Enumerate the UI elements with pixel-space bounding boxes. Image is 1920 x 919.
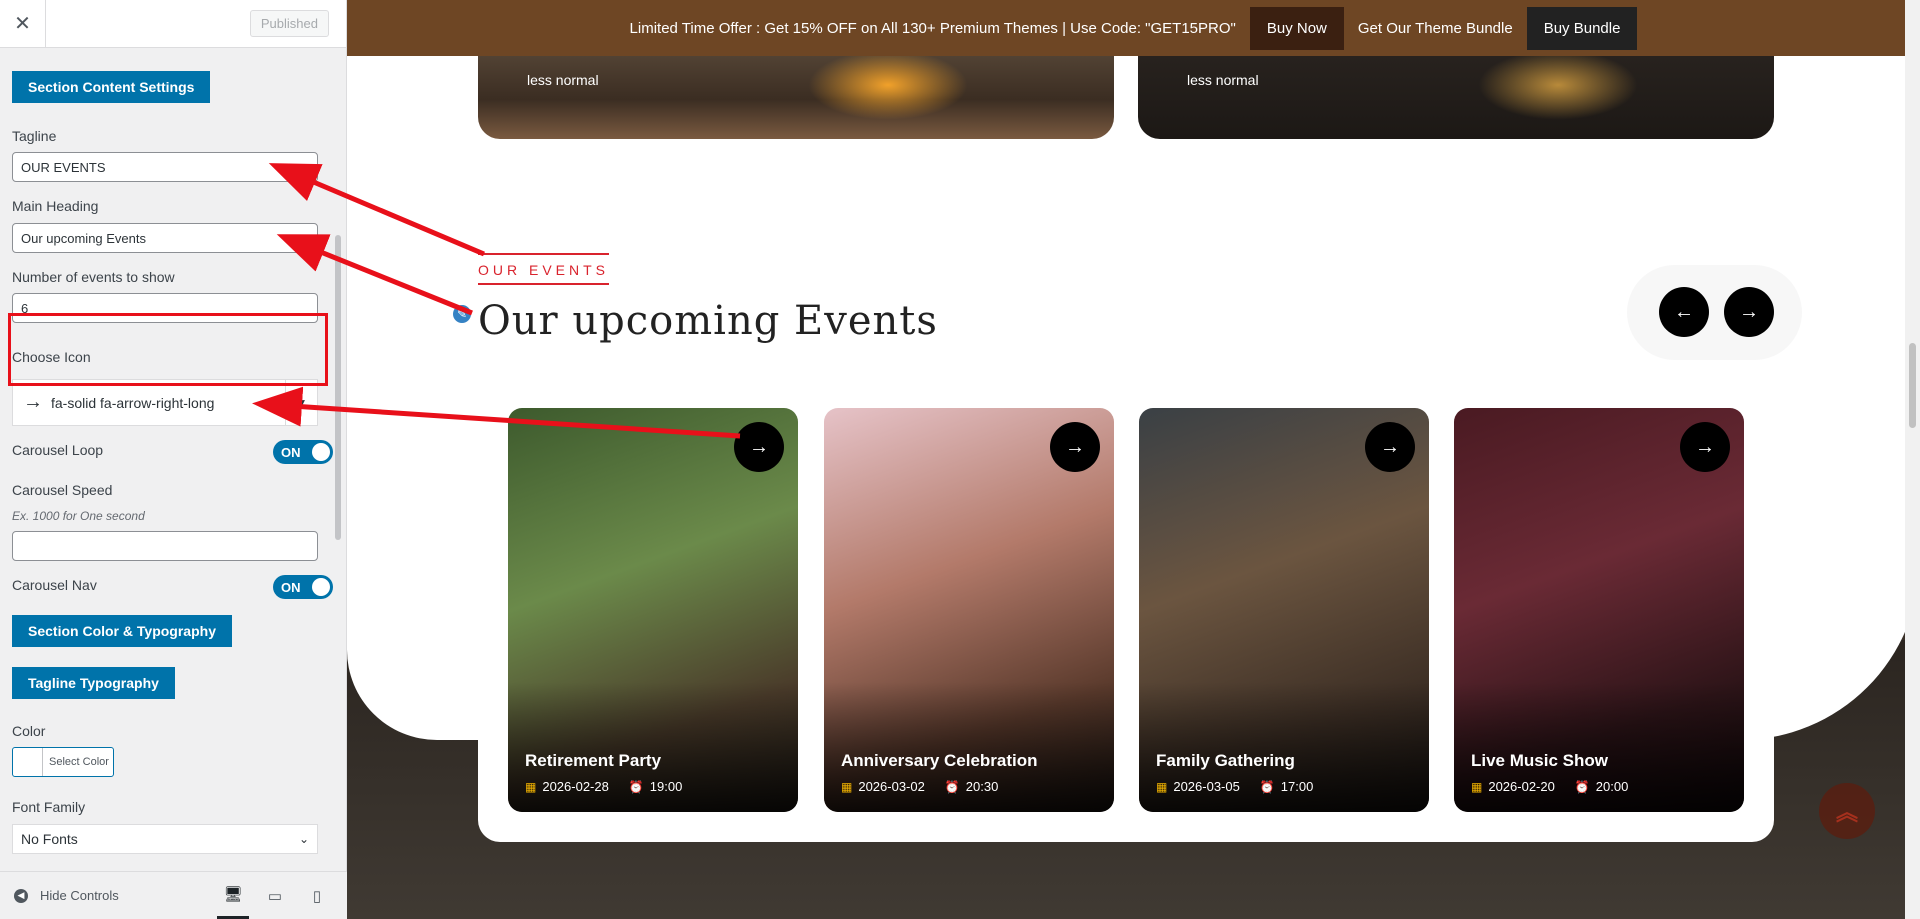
event-meta: ▦ 2026-03-02 ⏰ 20:30 [841, 779, 998, 794]
calendar-icon: ▦ [525, 779, 537, 794]
carousel-speed-input[interactable] [12, 531, 318, 561]
edit-pencil-icon[interactable]: ✎ [451, 303, 473, 325]
promo-text: Limited Time Offer : Get 15% OFF on All … [629, 19, 1236, 37]
arrow-right-icon[interactable]: → [734, 422, 784, 472]
event-card[interactable]: → Live Music Show ▦ 2026-02-20 ⏰ 20:00 [1454, 408, 1744, 812]
tagline-label: Tagline [12, 128, 57, 144]
carousel-loop-toggle-text: ON [281, 444, 301, 460]
chevron-down-icon: ⌄ [298, 832, 309, 846]
toggle-knob [312, 578, 330, 596]
carousel-next-button[interactable]: → [1724, 287, 1774, 337]
color-swatch [13, 748, 43, 776]
font-family-select[interactable]: No Fonts ⌄ [12, 824, 318, 854]
sidebar-header: ✕ Published [0, 0, 346, 48]
carousel-nav-label: Carousel Nav [12, 577, 97, 593]
mobile-icon[interactable]: ▯ [301, 872, 333, 919]
device-switcher: 🖥 ▭ ▯ [217, 872, 333, 919]
color-label: Color [12, 723, 46, 739]
event-meta: ▦ 2026-02-20 ⏰ 20:00 [1471, 779, 1628, 794]
hide-controls-icon[interactable]: ◀ [14, 888, 28, 903]
event-time: 19:00 [649, 779, 683, 794]
icon-picker[interactable]: → fa-solid fa-arrow-right-long ▼ [12, 379, 318, 426]
close-icon: ✕ [14, 13, 31, 35]
tablet-icon[interactable]: ▭ [259, 872, 291, 919]
arrow-right-icon[interactable]: → [1365, 422, 1415, 472]
events-heading: Our upcoming Events [478, 298, 938, 344]
event-card[interactable]: → Retirement Party ▦ 2026-02-28 ⏰ 19:00 [508, 408, 798, 812]
bundle-link[interactable]: Get Our Theme Bundle [1344, 20, 1527, 37]
published-button[interactable]: Published [249, 10, 329, 37]
tagline-input[interactable]: OUR EVENTS [12, 152, 318, 182]
event-title: Family Gathering [1156, 751, 1295, 770]
sidebar-scrollbar[interactable] [333, 50, 343, 870]
event-date: 2026-02-20 [1488, 779, 1555, 794]
alarm-clock-icon: ⏰ [1259, 779, 1275, 794]
buy-bundle-button[interactable]: Buy Bundle [1526, 6, 1638, 50]
top-card-image [808, 50, 968, 120]
section-content-settings-button[interactable]: Section Content Settings [12, 71, 211, 103]
arrow-right-icon[interactable]: → [1680, 422, 1730, 472]
event-title: Retirement Party [525, 751, 662, 770]
tagline-typography-button[interactable]: Tagline Typography [12, 667, 175, 699]
site-preview: less normal less normal Limited Time Off… [347, 0, 1920, 919]
carousel-nav-toggle[interactable]: ON [273, 575, 333, 599]
carousel-nav [1627, 265, 1802, 360]
calendar-icon: ▦ [1156, 779, 1168, 794]
event-card[interactable]: → Family Gathering ▦ 2026-03-05 ⏰ 17:00 [1139, 408, 1429, 812]
select-color-button[interactable]: Select Color [12, 747, 114, 777]
chevron-down-icon[interactable]: ▼ [285, 379, 317, 426]
alarm-clock-icon: ⏰ [628, 779, 644, 794]
carousel-speed-label: Carousel Speed [12, 482, 113, 498]
event-date: 2026-03-02 [858, 779, 925, 794]
preview-scrollbar[interactable] [1905, 0, 1920, 919]
sidebar-controls: Section Content Settings Tagline OUR EVE… [0, 48, 333, 871]
event-card[interactable]: → Anniversary Celebration ▦ 2026-03-02 ⏰… [824, 408, 1114, 812]
event-title: Live Music Show [1471, 751, 1608, 770]
carousel-prev-button[interactable]: ← [1659, 287, 1709, 337]
section-color-typography-button[interactable]: Section Color & Typography [12, 615, 232, 647]
scrollbar-thumb[interactable] [1909, 343, 1916, 428]
toggle-knob [312, 443, 330, 461]
sidebar-footer: ◀ Hide Controls 🖥 ▭ ▯ [0, 871, 347, 919]
font-family-value: No Fonts [21, 831, 78, 847]
top-card-image [1478, 50, 1638, 120]
highlight-box [8, 313, 328, 386]
event-meta: ▦ 2026-02-28 ⏰ 19:00 [525, 779, 682, 794]
arrow-right-icon: → [23, 391, 43, 413]
font-family-label: Font Family [12, 799, 86, 815]
customizer-sidebar: ✕ Published Section Content Settings Tag… [0, 0, 347, 919]
icon-picker-value: fa-solid fa-arrow-right-long [51, 394, 215, 411]
arrow-right-icon[interactable]: → [1050, 422, 1100, 472]
desktop-icon[interactable]: 🖥 [217, 872, 249, 919]
event-date: 2026-03-05 [1173, 779, 1240, 794]
carousel-speed-hint: Ex. 1000 for One second [12, 509, 145, 523]
event-time: 17:00 [1280, 779, 1314, 794]
event-time: 20:30 [965, 779, 999, 794]
select-color-label: Select Color [49, 756, 109, 768]
calendar-icon: ▦ [1471, 779, 1483, 794]
alarm-clock-icon: ⏰ [1574, 779, 1590, 794]
close-button[interactable]: ✕ [0, 0, 46, 48]
alarm-clock-icon: ⏰ [944, 779, 960, 794]
top-card-text: less normal [527, 72, 599, 88]
scrollbar-thumb[interactable] [335, 235, 341, 540]
events-tagline: OUR EVENTS [478, 253, 610, 285]
carousel-loop-label: Carousel Loop [12, 442, 104, 458]
event-title: Anniversary Celebration [841, 751, 1038, 770]
calendar-icon: ▦ [841, 779, 853, 794]
event-time: 20:00 [1595, 779, 1629, 794]
top-card-text: less normal [1187, 72, 1259, 88]
carousel-loop-toggle[interactable]: ON [273, 440, 333, 464]
buy-now-button[interactable]: Buy Now [1249, 6, 1344, 50]
promo-bar: Limited Time Offer : Get 15% OFF on All … [347, 0, 1920, 56]
hide-controls-button[interactable]: Hide Controls [40, 888, 119, 903]
event-meta: ▦ 2026-03-05 ⏰ 17:00 [1156, 779, 1313, 794]
carousel-nav-toggle-text: ON [281, 579, 301, 595]
main-heading-label: Main Heading [12, 198, 99, 214]
main-heading-input[interactable]: Our upcoming Events [12, 223, 318, 253]
scroll-to-top-button[interactable]: ︽ [1819, 783, 1875, 839]
event-date: 2026-02-28 [542, 779, 609, 794]
num-events-label: Number of events to show [12, 269, 175, 285]
